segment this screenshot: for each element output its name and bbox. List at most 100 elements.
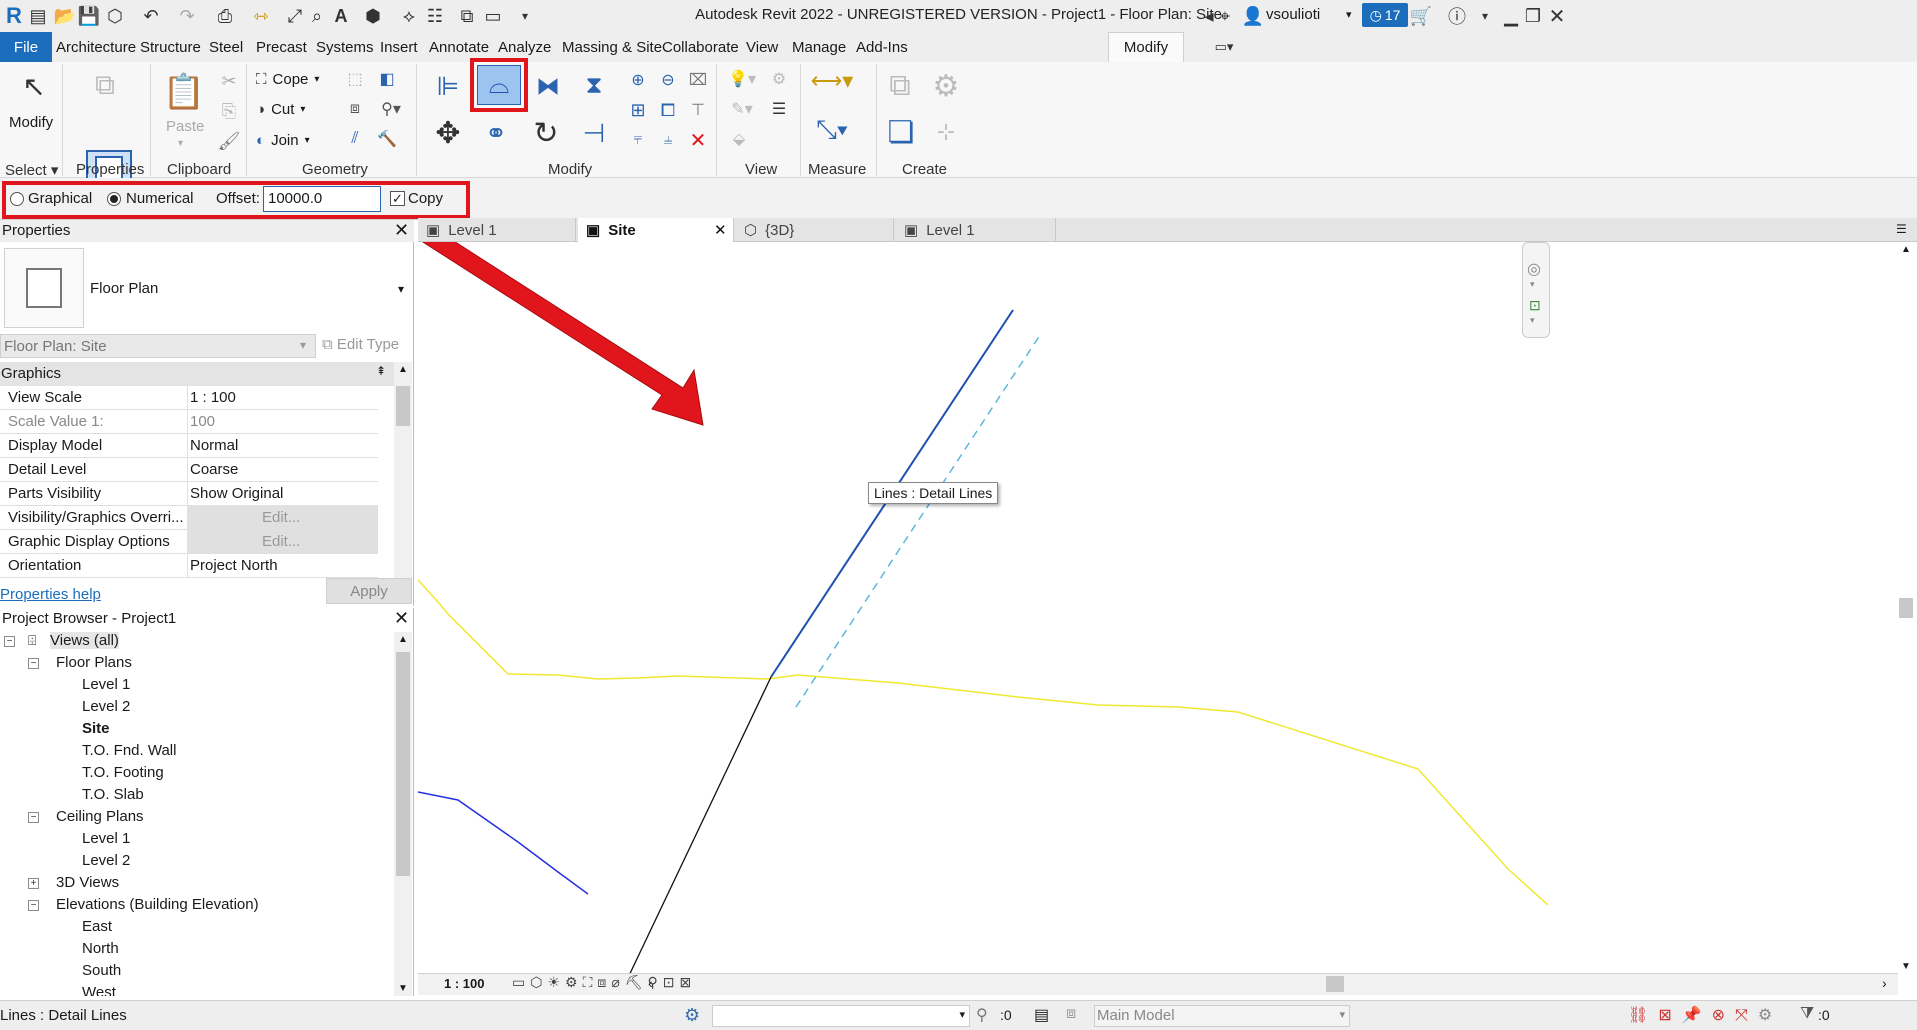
filter-icon[interactable]: ⧩: [1800, 1005, 1814, 1023]
property-value[interactable]: Normal: [190, 437, 238, 454]
tree-item[interactable]: − Elevations (Building Elevation): [28, 896, 362, 916]
wheel-dropdown-icon[interactable]: ▾: [1530, 279, 1535, 290]
vertical-scrollbar[interactable]: ▲ ▼: [1896, 242, 1916, 972]
user-icon[interactable]: 👤: [1242, 5, 1264, 27]
tab-precast[interactable]: Precast: [256, 39, 307, 56]
split-face-icon[interactable]: ⧈: [344, 98, 366, 120]
unpin-icon[interactable]: ⌧: [686, 68, 710, 92]
property-row[interactable]: View Scale 1 : 100: [0, 386, 380, 410]
property-value[interactable]: 100: [190, 413, 215, 430]
editing-requests-icon[interactable]: ⚲: [976, 1005, 988, 1025]
edit-type-button[interactable]: ⧉ Edit Type: [322, 336, 399, 353]
expand-toggle-icon[interactable]: −: [28, 812, 39, 823]
close-properties-icon[interactable]: ✕: [394, 220, 409, 241]
tree-item[interactable]: Level 1: [60, 676, 390, 696]
property-row[interactable]: Detail Level Coarse: [0, 458, 380, 482]
property-value[interactable]: 1 : 100: [190, 389, 236, 406]
tab-manage[interactable]: Manage: [792, 39, 846, 56]
copy-label[interactable]: Copy: [408, 190, 443, 207]
tree-item[interactable]: − Ceiling Plans: [28, 808, 362, 828]
copy-modify-icon[interactable]: ⚭: [476, 114, 516, 152]
array-icon[interactable]: ⊞: [626, 98, 650, 122]
tab-modify[interactable]: Modify: [1108, 32, 1184, 62]
type-properties-icon[interactable]: ⧉: [86, 68, 124, 102]
property-value[interactable]: Edit...: [262, 533, 300, 550]
cope-button[interactable]: ⛶ Cope ▾: [256, 71, 319, 88]
hammer-icon[interactable]: 🔨: [376, 128, 398, 150]
tab-add-ins[interactable]: Add-Ins: [856, 39, 908, 56]
cut-clipboard-icon[interactable]: ✂: [218, 70, 240, 92]
steering-wheel-icon[interactable]: ◎: [1527, 259, 1541, 279]
move-icon[interactable]: ✥: [428, 114, 468, 152]
split-gap-icon[interactable]: ⊖: [656, 68, 680, 92]
property-row[interactable]: Graphic Display Options Edit...: [0, 530, 380, 554]
join-button[interactable]: ◐ Join ▾: [256, 132, 310, 149]
blue-boundary-line[interactable]: [417, 791, 589, 895]
trim-single-icon[interactable]: ⊤: [686, 98, 710, 122]
view-tab-level-1-b[interactable]: ▣ Level 1: [896, 218, 1056, 242]
view-tab-site[interactable]: ▣ Site ✕: [578, 218, 734, 242]
tab-file[interactable]: File: [0, 32, 52, 62]
subscription-badge[interactable]: ◷ 17: [1362, 3, 1408, 27]
paste-icon[interactable]: 📋: [163, 70, 205, 114]
tree-item[interactable]: Level 1: [60, 830, 390, 850]
property-row[interactable]: Parts Visibility Show Original: [0, 482, 380, 506]
property-value[interactable]: Coarse: [190, 461, 238, 478]
panel-select-label[interactable]: Select ▾: [5, 161, 58, 179]
expand-toggle-icon[interactable]: −: [28, 658, 39, 669]
scroll-left-icon[interactable]: ‹: [648, 975, 653, 991]
horizontal-scroll-thumb[interactable]: [1326, 976, 1344, 992]
close-browser-icon[interactable]: ✕: [394, 608, 409, 629]
graphical-label[interactable]: Graphical: [28, 190, 92, 207]
property-value[interactable]: Project North: [190, 557, 278, 574]
trim-multiple-icon[interactable]: ⫧: [626, 128, 650, 152]
cart-icon[interactable]: 🛒: [1410, 5, 1432, 27]
panel-toggle-icon[interactable]: ▭▾: [1208, 36, 1240, 58]
tree-item[interactable]: − ⌹ Views (all): [4, 632, 338, 652]
tree-item[interactable]: T.O. Footing: [60, 764, 390, 784]
tree-item[interactable]: T.O. Slab: [60, 786, 390, 806]
select-cursor-icon[interactable]: ↖: [18, 68, 50, 104]
expand-toggle-icon[interactable]: +: [28, 878, 39, 889]
numerical-label[interactable]: Numerical: [126, 190, 194, 207]
linework-icon[interactable]: ✎▾: [726, 98, 758, 120]
tree-item[interactable]: West: [60, 984, 390, 996]
topo-yellow-line[interactable]: [417, 579, 1549, 906]
wall-joins-icon[interactable]: ⬚: [344, 68, 366, 90]
tab-architecture[interactable]: Architecture: [56, 39, 136, 56]
tree-item[interactable]: Site: [60, 720, 390, 740]
close-tab-icon[interactable]: ✕: [714, 221, 727, 239]
beam-column-join-icon[interactable]: ⫽: [344, 128, 366, 150]
properties-scrollbar[interactable]: ▲ ▼: [394, 362, 412, 594]
properties-help-link[interactable]: Properties help: [0, 586, 101, 603]
property-row[interactable]: Orientation Project North: [0, 554, 380, 578]
instance-selector[interactable]: Floor Plan: Site: [0, 334, 316, 358]
browser-scrollbar[interactable]: ▲ ▼: [394, 632, 412, 996]
tab-massing-site[interactable]: Massing & Site: [562, 39, 662, 56]
collapse-group-icon[interactable]: ⇞: [376, 364, 386, 378]
paint-icon[interactable]: ◧: [376, 68, 398, 90]
view-scale[interactable]: 1 : 100: [444, 976, 484, 991]
drawing-canvas[interactable]: Lines : Detail Lines ◎ ▾ ⊡ ▾ ▲ ▼: [374, 203, 1917, 985]
cut-geometry-button[interactable]: ◑ Cut ▾: [256, 101, 305, 118]
view-tab-level-1[interactable]: ▣ Level 1: [418, 218, 576, 242]
type-selector-dropdown-icon[interactable]: ▾: [398, 282, 404, 296]
property-row[interactable]: Display Model Normal: [0, 434, 380, 458]
measure-between-icon[interactable]: ⟷▾: [808, 68, 856, 94]
tab-steel[interactable]: Steel: [209, 39, 243, 56]
property-value[interactable]: Show Original: [190, 485, 283, 502]
tree-item[interactable]: T.O. Fnd. Wall: [60, 742, 390, 762]
demolish-icon[interactable]: ⚲▾: [376, 98, 406, 120]
close-window-icon[interactable]: ✕: [1546, 5, 1568, 28]
apply-button[interactable]: Apply: [326, 578, 412, 604]
property-row[interactable]: Visibility/Graphics Overri... Edit...: [0, 506, 380, 530]
create-group-icon[interactable]: ❏: [880, 112, 922, 152]
view-control-icons[interactable]: ▭⬡☀⚙⛶⧈⌀⛏⚲⊡⊠: [512, 974, 696, 991]
mirror-draw-axis-icon[interactable]: ⧗: [576, 68, 612, 104]
tab-annotate[interactable]: Annotate: [429, 39, 489, 56]
tab-structure[interactable]: Structure: [140, 39, 201, 56]
split-element-icon[interactable]: ⊕: [626, 68, 650, 92]
offset-tool-button[interactable]: ⌓: [477, 65, 521, 105]
graphical-radio[interactable]: [10, 192, 24, 206]
mirror-pick-axis-icon[interactable]: ⧓: [530, 68, 566, 104]
